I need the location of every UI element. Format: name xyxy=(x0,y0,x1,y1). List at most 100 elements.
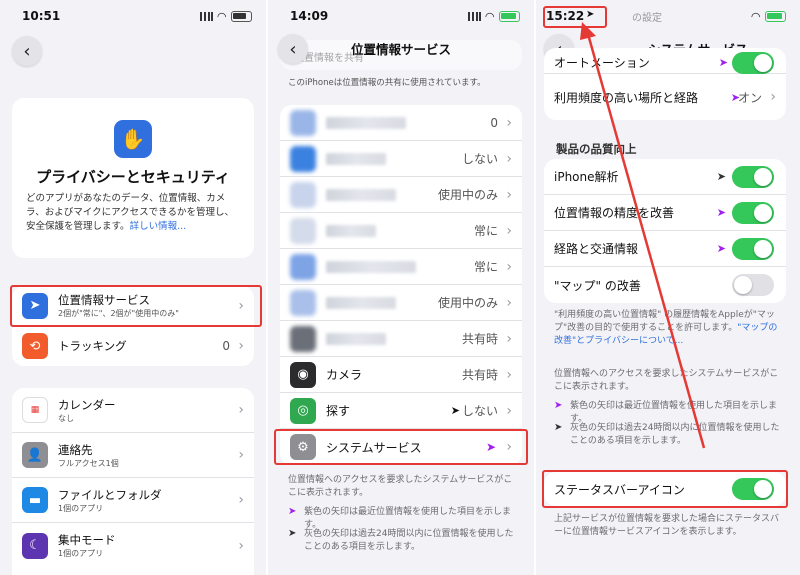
focus-label: 集中モード xyxy=(58,533,116,547)
folder-icon: ▬ xyxy=(22,487,48,513)
camera-value: 共有時 xyxy=(461,368,498,382)
chevron-right-icon: › xyxy=(238,447,244,463)
highlight-system-services xyxy=(274,429,528,465)
tracking-icon: ⟲ xyxy=(22,333,48,359)
annotation-arrow-head xyxy=(580,22,596,40)
battery-icon xyxy=(499,11,520,22)
chevron-right-icon: › xyxy=(506,186,512,203)
chevron-right-icon: › xyxy=(238,338,244,354)
calendar-icon: ▦ xyxy=(22,397,48,423)
app-icon xyxy=(290,217,316,244)
annotation-arrow-line xyxy=(586,33,706,449)
app-location-list: 0 › しない › 使用中のみ › 常に › 常に › 使用中のみ › 共有時 › ◉ カメラ xyxy=(280,105,522,465)
find-my-icon: ◎ xyxy=(290,397,316,424)
location-arrow-gray-icon: ➤ xyxy=(450,404,460,417)
status-bar: 10:51 ◠ xyxy=(0,0,266,34)
chevron-right-icon: › xyxy=(506,258,512,275)
apps-permissions-group: ▦ カレンダー なし › 👤 連絡先 フルアクセス1個 › ▬ ファイルとフォルダ 1… xyxy=(12,388,254,575)
camera-row[interactable]: ◉ カメラ 共有時 › xyxy=(280,357,522,393)
tracking-row[interactable]: ⟲ トラッキング 0 › xyxy=(12,326,254,366)
app-icon xyxy=(290,145,316,172)
chevron-right-icon: › xyxy=(506,114,512,131)
files-row[interactable]: ▬ ファイルとフォルダ 1個のアプリ › xyxy=(12,478,254,523)
app-name-redacted xyxy=(326,116,406,129)
permission-value: 常に xyxy=(473,260,498,274)
chevron-right-icon: › xyxy=(506,330,512,347)
contacts-row[interactable]: 👤 連絡先 フルアクセス1個 › xyxy=(12,433,254,478)
camera-label: カメラ xyxy=(326,368,363,382)
app-row[interactable]: 常に › xyxy=(280,213,522,249)
gray-arrow-note: 灰色の矢印は過去24時間以内に位置情報を使用したことのある項目を示します。 xyxy=(304,529,514,552)
app-row[interactable]: 使用中のみ › xyxy=(280,285,522,321)
app-name-redacted xyxy=(326,152,386,165)
files-sub: 1個のアプリ xyxy=(58,503,104,513)
share-note: このiPhoneは位置情報の共有に使用されています。 xyxy=(288,78,486,88)
wifi-icon: ◠ xyxy=(217,10,226,23)
permission-value: 共有時 xyxy=(461,332,498,346)
app-icon xyxy=(290,181,316,208)
app-name-redacted xyxy=(326,224,376,237)
permission-value: 使用中のみ xyxy=(437,296,498,310)
app-icon xyxy=(290,289,316,316)
page-title: 位置情報サービス xyxy=(350,42,451,57)
chevron-right-icon: › xyxy=(506,150,512,167)
hand-icon: ✋ xyxy=(114,120,152,158)
permission-value: しない xyxy=(461,152,498,166)
tracking-label: トラッキング xyxy=(58,339,127,353)
chevron-right-icon: › xyxy=(238,537,244,554)
page-title: プライバシーとセキュリティ xyxy=(36,168,230,186)
app-name-redacted xyxy=(326,188,396,201)
permission-value: 使用中のみ xyxy=(437,188,498,202)
app-icon xyxy=(290,253,316,280)
app-row[interactable]: 0 › xyxy=(280,105,522,141)
find-my-value: しない xyxy=(461,404,498,418)
permission-value: 常に xyxy=(473,224,498,238)
chevron-right-icon: › xyxy=(506,366,512,383)
calendar-label: カレンダー xyxy=(58,397,116,412)
annotation-arrow xyxy=(580,22,706,449)
find-my-label: 探す xyxy=(326,404,351,418)
chevron-right-icon: › xyxy=(238,402,244,418)
camera-icon: ◉ xyxy=(290,361,316,388)
chevron-right-icon: › xyxy=(506,402,512,419)
find-my-row[interactable]: ◎ 探す ➤ しない › xyxy=(280,393,522,429)
learn-more-link[interactable]: 詳しい情報... xyxy=(130,221,187,232)
focus-row[interactable]: ☾ 集中モード 1個のアプリ › xyxy=(12,523,254,568)
battery-icon xyxy=(231,11,252,22)
status-bar: 14:09 ◠ xyxy=(268,0,534,34)
chevron-right-icon: › xyxy=(506,222,512,239)
app-name-redacted xyxy=(326,332,386,345)
location-arrow-purple-icon: ➤ xyxy=(288,506,297,517)
privacy-panel: 10:51 ◠ ‹ ✋ プライバシーとセキュリティ どのアプリがあなたのデータ、… xyxy=(0,0,266,575)
app-name-redacted xyxy=(326,260,416,273)
contacts-icon: 👤 xyxy=(22,442,48,468)
highlight-location-services xyxy=(10,285,262,327)
system-services-note: 位置情報へのアクセスを要求したシステムサービスがここに表示されます。 xyxy=(288,475,513,498)
status-time: 14:09 xyxy=(290,9,329,23)
location-services-panel: 14:09 ◠ 位置情報を共有 ‹ 位置情報サービス このiPhoneは位置情報… xyxy=(268,0,534,575)
contacts-label: 連絡先 xyxy=(58,442,93,457)
permission-value: 0 xyxy=(490,115,498,130)
tracking-count: 0 xyxy=(222,339,230,353)
location-arrow-gray-icon: ➤ xyxy=(288,528,297,539)
contacts-sub: フルアクセス1個 xyxy=(58,458,119,468)
app-row[interactable]: 共有時 › xyxy=(280,321,522,357)
app-name-redacted xyxy=(326,296,396,309)
privacy-hero-card: ✋ プライバシーとセキュリティ どのアプリがあなたのデータ、位置情報、カメラ、お… xyxy=(12,98,254,258)
calendar-row[interactable]: ▦ カレンダー なし › xyxy=(12,388,254,433)
signal-icon xyxy=(199,12,213,21)
app-row[interactable]: 常に › xyxy=(280,249,522,285)
app-row[interactable]: 使用中のみ › xyxy=(280,177,522,213)
chevron-right-icon: › xyxy=(506,294,512,311)
app-row[interactable]: しない › xyxy=(280,141,522,177)
focus-sub: 1個のアプリ xyxy=(58,549,104,558)
status-time: 10:51 xyxy=(22,9,61,23)
calendar-sub: なし xyxy=(58,413,74,423)
signal-icon xyxy=(467,12,481,21)
chevron-right-icon: › xyxy=(238,492,244,508)
back-button[interactable]: ‹ xyxy=(12,36,42,66)
files-label: ファイルとフォルダ xyxy=(58,487,162,502)
app-icon xyxy=(290,325,316,352)
wifi-icon: ◠ xyxy=(485,10,494,23)
moon-icon: ☾ xyxy=(22,532,48,559)
